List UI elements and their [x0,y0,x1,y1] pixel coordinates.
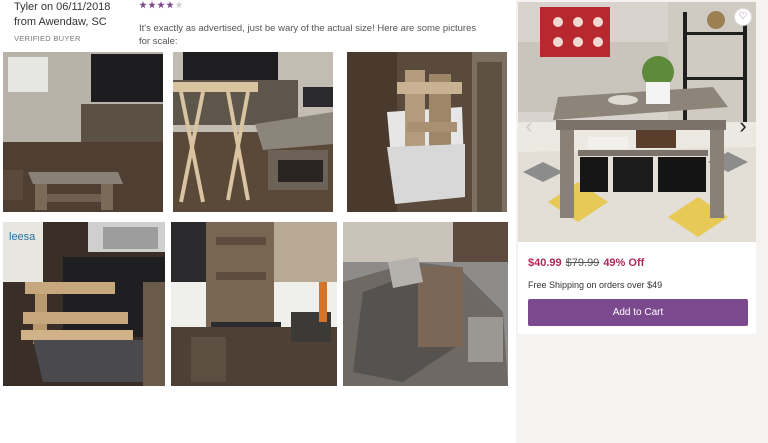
review-photo-2-image [173,52,333,212]
review-photo-5[interactable] [171,222,337,386]
review-photo-3-image [347,52,507,212]
star-filled-icon [139,1,147,9]
review-panel: Tyler on 06/11/2018 from Awendaw, SC VER… [0,0,516,443]
star-filled-icon [166,1,174,9]
review-photo-4[interactable]: leesa [3,222,165,386]
review-photo-3[interactable] [347,52,507,212]
favorite-heart-icon[interactable]: ♡ [734,8,752,26]
review-photo-2[interactable] [173,52,333,212]
verified-buyer-badge: VERIFIED BUYER [14,34,81,43]
star-filled-icon [148,1,156,9]
review-photo-6-image [343,222,508,386]
product-card: ♡ ‹ › $40.99 $79.99 49% Off Free Shippin… [518,2,756,334]
review-photo-1[interactable] [3,52,163,212]
star-rating [139,1,183,9]
carousel-prev-icon[interactable]: ‹ [518,106,540,146]
review-photo-4-image: leesa [3,222,165,386]
sale-price: $40.99 [528,257,562,269]
svg-text:leesa: leesa [9,231,36,243]
original-price: $79.99 [565,257,600,269]
star-filled-icon [157,1,165,9]
reviewer-name-date: Tyler on 06/11/2018 [14,1,111,13]
review-photo-6[interactable] [343,222,508,386]
carousel-next-icon[interactable]: › [732,106,754,146]
review-photo-5-image [171,222,337,386]
review-photo-1-image [3,52,163,212]
discount-badge: 49% Off [603,257,645,269]
product-image[interactable]: ♡ ‹ › [518,2,756,242]
product-photo [518,2,756,242]
star-empty-icon [175,1,183,9]
shipping-info: Free Shipping on orders over $49 [528,280,663,290]
price-row: $40.99 $79.99 49% Off [528,257,644,269]
reviewer-location: from Awendaw, SC [14,16,107,28]
add-to-cart-button[interactable]: Add to Cart [528,299,748,326]
review-body: It's exactly as advertised, just be wary… [139,23,477,47]
reviewer-info: Tyler on 06/11/2018 from Awendaw, SC [14,0,110,30]
